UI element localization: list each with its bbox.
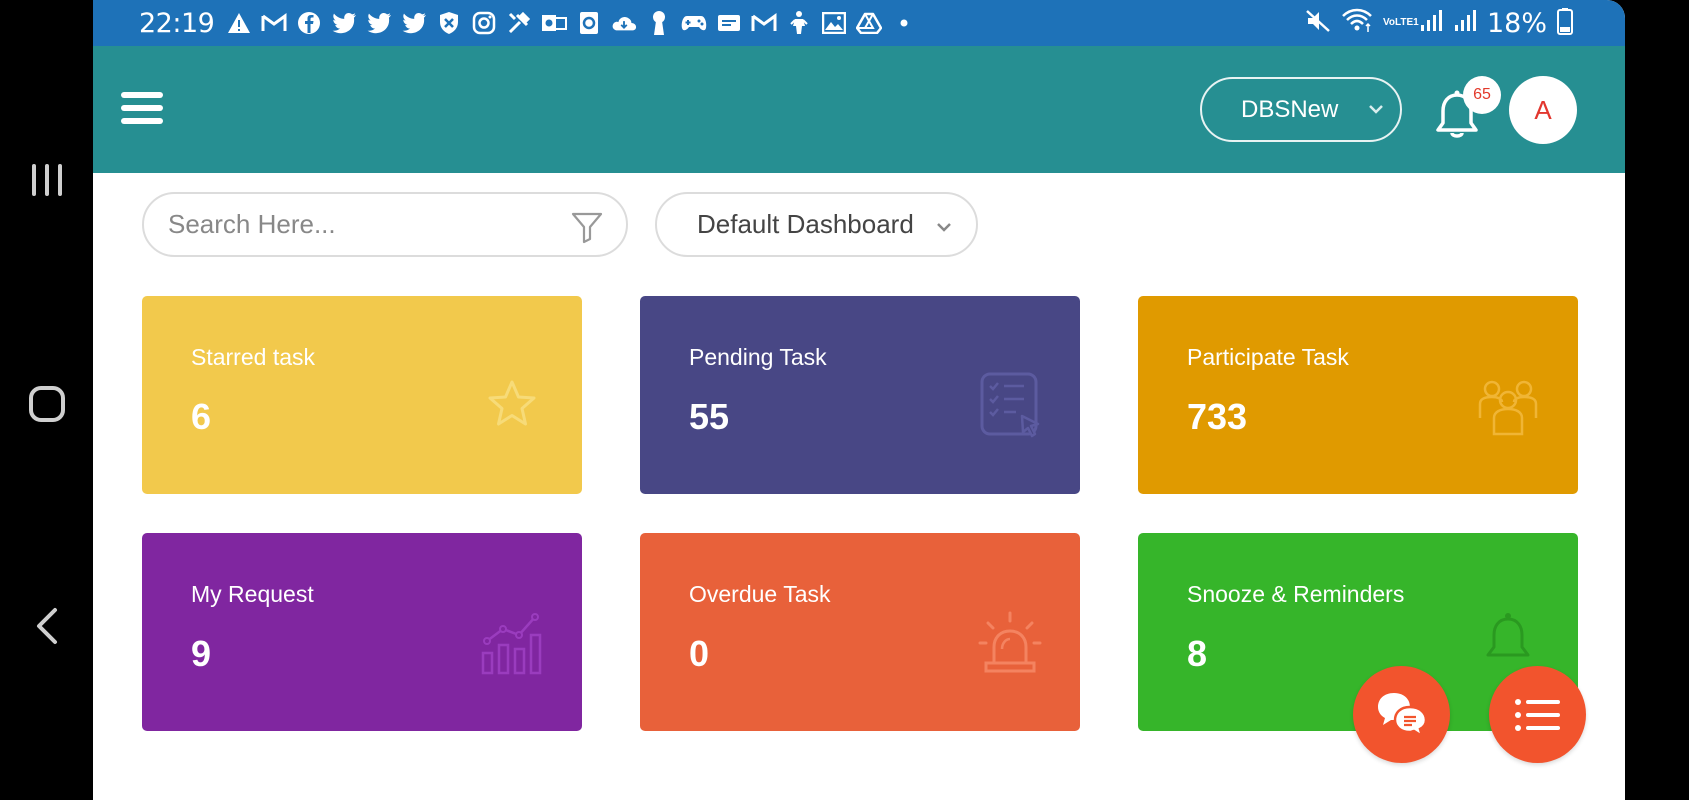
group-icon xyxy=(1478,380,1538,436)
list-fab-button[interactable] xyxy=(1489,666,1586,763)
battery-icon xyxy=(1557,7,1573,40)
twitter-icon xyxy=(366,10,392,36)
twitter-icon xyxy=(331,10,357,36)
card-value: 0 xyxy=(689,633,710,674)
recent-apps-icon xyxy=(31,164,62,196)
menu-line xyxy=(121,105,163,111)
notification-icons xyxy=(226,10,917,36)
menu-line xyxy=(121,92,163,98)
battery-percent: 18% xyxy=(1486,7,1547,39)
card-overdue-task[interactable]: Overdue Task 0 xyxy=(640,533,1080,731)
hamburger-menu-button[interactable] xyxy=(121,92,163,128)
siren-icon xyxy=(978,611,1042,673)
app-screen: 22:19 VoLTE1 18% DBSNew 65 A Search Here… xyxy=(93,0,1625,800)
star-icon xyxy=(488,380,536,426)
card-value: 733 xyxy=(1187,396,1248,437)
organization-dropdown[interactable]: DBSNew xyxy=(1200,77,1402,142)
gmail-icon xyxy=(751,10,777,36)
card-label: Overdue Task xyxy=(689,581,831,607)
card-my-request[interactable]: My Request 9 xyxy=(142,533,582,731)
alert-icon xyxy=(226,10,252,36)
back-icon xyxy=(36,608,57,644)
cloud-icon xyxy=(611,10,637,36)
search-input[interactable] xyxy=(168,209,548,240)
user-avatar[interactable]: A xyxy=(1509,76,1577,144)
android-nav-bar xyxy=(0,0,93,800)
home-icon xyxy=(28,386,65,422)
signal-icon xyxy=(1419,9,1443,38)
card-value: 6 xyxy=(191,396,212,437)
chevron-down-icon xyxy=(1369,105,1383,114)
status-right: VoLTE1 18% xyxy=(1305,0,1573,46)
card-label: Participate Task xyxy=(1187,344,1349,370)
sim-icon xyxy=(716,10,742,36)
search-box xyxy=(142,192,628,257)
dashboard-dropdown-label: Default Dashboard xyxy=(697,209,914,239)
card-label: Pending Task xyxy=(689,344,827,370)
organization-label: DBSNew xyxy=(1241,95,1339,123)
chat-icon xyxy=(1377,692,1427,739)
recent-apps-button[interactable] xyxy=(0,160,93,200)
filter-icon[interactable] xyxy=(570,210,604,244)
card-label: My Request xyxy=(191,581,314,607)
twitter-icon xyxy=(401,10,427,36)
shield-icon xyxy=(436,10,462,36)
signal-icon xyxy=(1453,9,1477,38)
card-label: Snooze & Reminders xyxy=(1187,581,1405,607)
card-value: 55 xyxy=(689,396,730,437)
chevron-down-icon xyxy=(937,223,951,232)
status-time: 22:19 xyxy=(139,7,215,39)
chat-fab-button[interactable] xyxy=(1353,666,1450,763)
card-participate-task[interactable]: Participate Task 733 xyxy=(1138,296,1578,494)
chart-icon xyxy=(481,613,542,675)
card-value: 9 xyxy=(191,633,212,674)
notification-count-badge: 65 xyxy=(1463,76,1501,114)
keyhole-icon xyxy=(646,10,672,36)
app-icon xyxy=(576,10,602,36)
figure-icon xyxy=(786,10,812,36)
bell-icon xyxy=(1486,613,1530,657)
image-icon xyxy=(821,10,847,36)
list-icon xyxy=(1514,698,1560,731)
status-bar: 22:19 VoLTE1 18% xyxy=(93,0,1625,46)
mute-icon xyxy=(1305,9,1331,38)
card-value: 8 xyxy=(1187,633,1208,674)
volte-label: VoLTE1 xyxy=(1382,17,1419,28)
back-button[interactable] xyxy=(0,606,93,646)
app-header: DBSNew 65 A xyxy=(93,46,1625,173)
card-pending-task[interactable]: Pending Task 55 xyxy=(640,296,1080,494)
instagram-icon xyxy=(471,10,497,36)
wifi-icon xyxy=(1341,8,1373,39)
dot-icon xyxy=(891,10,917,36)
checklist-icon xyxy=(980,372,1040,438)
facebook-icon xyxy=(296,10,322,36)
tool-icon xyxy=(506,10,532,36)
menu-line xyxy=(121,118,163,124)
card-starred-task[interactable]: Starred task 6 xyxy=(142,296,582,494)
dashboard-dropdown[interactable]: Default Dashboard xyxy=(655,192,978,257)
outlook-icon xyxy=(541,10,568,36)
home-button[interactable] xyxy=(0,384,93,424)
gmail-icon xyxy=(261,10,287,36)
drive-icon xyxy=(856,10,883,36)
card-label: Starred task xyxy=(191,344,315,370)
gamepad-icon xyxy=(681,10,707,36)
